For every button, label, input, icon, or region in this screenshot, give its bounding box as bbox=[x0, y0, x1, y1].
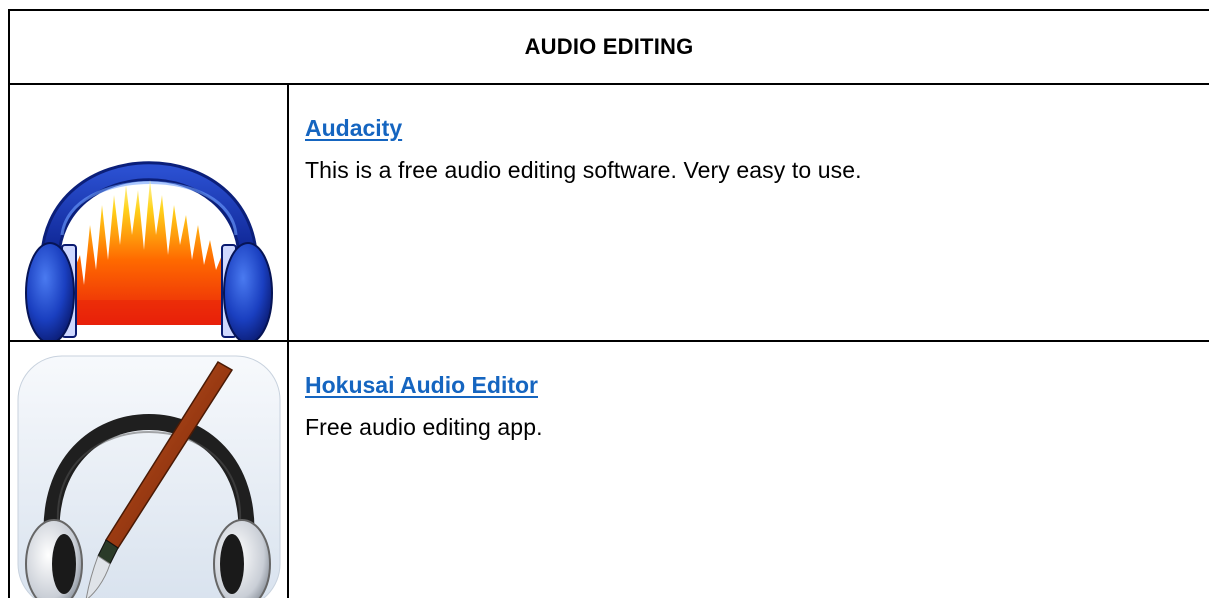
entry-description: This is a free audio editing software. V… bbox=[305, 157, 862, 183]
entry-description: Free audio editing app. bbox=[305, 414, 543, 440]
logo-cell bbox=[10, 342, 289, 598]
table-row: Hokusai Audio Editor Free audio editing … bbox=[10, 342, 1209, 598]
hokusai-headphones-brush-icon bbox=[17, 355, 281, 598]
audio-editing-table: AUDIO EDITING Audacity This is a free au… bbox=[8, 9, 1209, 598]
audacity-headphones-icon bbox=[25, 161, 273, 340]
table-header: AUDIO EDITING bbox=[10, 11, 1209, 85]
hokusai-link[interactable]: Hokusai Audio Editor bbox=[305, 372, 538, 399]
table-title: AUDIO EDITING bbox=[524, 34, 694, 59]
table-row: Audacity This is a free audio editing so… bbox=[10, 85, 1209, 342]
logo-cell bbox=[10, 85, 289, 340]
entry-cell: Hokusai Audio Editor Free audio editing … bbox=[289, 342, 1209, 598]
audacity-link[interactable]: Audacity bbox=[305, 115, 402, 142]
entry-cell: Audacity This is a free audio editing so… bbox=[289, 85, 1209, 340]
